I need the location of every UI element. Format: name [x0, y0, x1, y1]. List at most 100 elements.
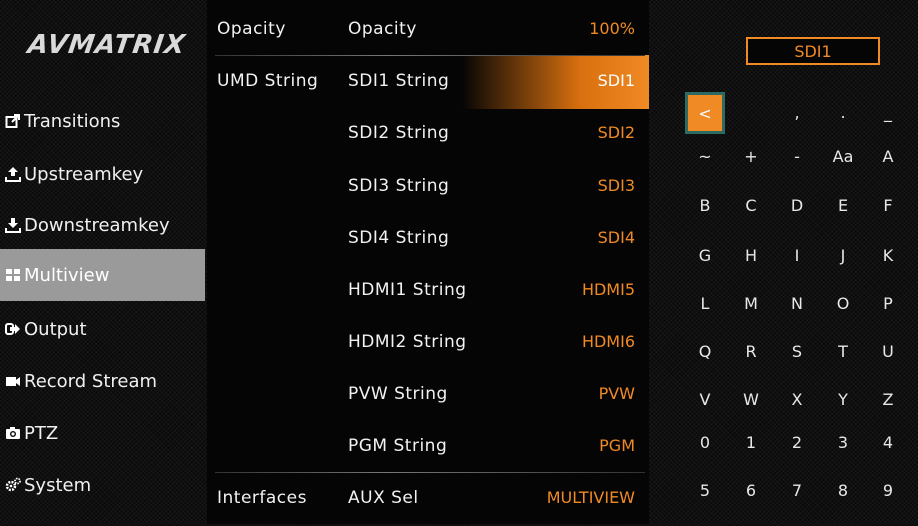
menu-row-sdi4-string[interactable]: SDI4 String SDI4 — [207, 214, 649, 266]
key-9[interactable]: 9 — [868, 470, 908, 510]
key-y[interactable]: Y — [823, 379, 863, 419]
sidebar-item-label: PTZ — [24, 422, 59, 444]
key-o[interactable]: O — [823, 283, 863, 323]
gears-icon — [4, 476, 22, 494]
key-h[interactable]: H — [731, 235, 771, 275]
sidebar-item-label: Output — [24, 318, 87, 340]
camera-icon — [4, 424, 22, 442]
download-icon — [4, 216, 22, 234]
key-i[interactable]: I — [777, 235, 817, 275]
key-tilde[interactable]: ~ — [685, 136, 725, 176]
param-value[interactable]: PVW — [599, 384, 635, 403]
sidebar-item-label: Transitions — [24, 110, 121, 132]
key-3[interactable]: 3 — [823, 422, 863, 462]
sidebar-item-transitions[interactable]: Transitions — [0, 95, 205, 147]
param-value[interactable]: SDI1 — [598, 71, 635, 90]
param-label: HDMI1 String — [348, 280, 467, 300]
key-4[interactable]: 4 — [868, 422, 908, 462]
key-plus[interactable]: + — [731, 136, 771, 176]
key-x[interactable]: X — [777, 379, 817, 419]
sidebar-item-label: Multiview — [24, 264, 110, 286]
param-value[interactable]: HDMI5 — [582, 280, 635, 299]
key-v[interactable]: V — [685, 379, 725, 419]
key-a[interactable]: A — [868, 136, 908, 176]
menu-row-opacity[interactable]: Opacity Opacity 100% — [207, 5, 649, 57]
key-g[interactable]: G — [685, 235, 725, 275]
sidebar-item-system[interactable]: System — [0, 459, 205, 511]
key-z[interactable]: Z — [868, 379, 908, 419]
sidebar-item-upstreamkey[interactable]: Upstreamkey — [0, 148, 205, 200]
key-j[interactable]: J — [823, 235, 863, 275]
key-e[interactable]: E — [823, 185, 863, 225]
sidebar-item-label: System — [24, 474, 92, 496]
key-8[interactable]: 8 — [823, 470, 863, 510]
menu-row-pgm-string[interactable]: PGM String PGM — [207, 422, 649, 474]
key-p[interactable]: P — [868, 283, 908, 323]
key-m[interactable]: M — [731, 283, 771, 323]
key-r[interactable]: R — [731, 331, 771, 371]
avmatrix-logo: AVMATRIX — [25, 30, 188, 60]
key-s[interactable]: S — [777, 331, 817, 371]
sidebar-item-ptz[interactable]: PTZ — [0, 407, 205, 459]
video-camera-icon — [4, 372, 22, 390]
key-t[interactable]: T — [823, 331, 863, 371]
key-c[interactable]: C — [731, 185, 771, 225]
key-underscore[interactable]: _ — [868, 92, 908, 132]
key-2[interactable]: 2 — [777, 422, 817, 462]
param-label: AUX Sel — [348, 488, 419, 508]
param-label: HDMI2 String — [348, 332, 467, 352]
group-label: UMD String — [217, 71, 319, 91]
key-l[interactable]: L — [685, 283, 725, 323]
param-label: SDI4 String — [348, 228, 450, 248]
param-value[interactable]: SDI3 — [598, 176, 635, 195]
param-label: SDI1 String — [348, 71, 450, 91]
key-6[interactable]: 6 — [731, 470, 771, 510]
param-value[interactable]: HDMI6 — [582, 332, 635, 351]
sidebar-item-downstreamkey[interactable]: Downstreamkey — [0, 199, 205, 251]
param-value[interactable]: SDI4 — [598, 228, 635, 247]
on-screen-keyboard: SDI1 <,. _ ~ + - Aa A B C D E F G H I J K L M N O P Q R S T U V W X Y Z… — [650, 0, 918, 524]
text-input-display[interactable]: SDI1 — [746, 37, 880, 65]
menu-row-sdi3-string[interactable]: SDI3 String SDI3 — [207, 162, 649, 214]
param-value[interactable]: PGM — [599, 436, 635, 455]
menu-row-hdmi2-string[interactable]: HDMI2 String HDMI6 — [207, 318, 649, 370]
settings-menu: Opacity Opacity 100% UMD String SDI1 String S… — [207, 0, 649, 524]
sidebar-item-output[interactable]: Output — [0, 303, 205, 355]
sidebar-item-label: Upstreamkey — [24, 163, 144, 185]
share-icon — [4, 112, 22, 130]
key-f[interactable]: F — [868, 185, 908, 225]
case-toggle-key[interactable]: Aa — [823, 136, 863, 176]
key-7[interactable]: 7 — [777, 470, 817, 510]
key-n[interactable]: N — [777, 283, 817, 323]
menu-row-pvw-string[interactable]: PVW String PVW — [207, 370, 649, 422]
key-q[interactable]: Q — [685, 331, 725, 371]
sidebar-item-label: Record Stream — [24, 370, 158, 392]
sidebar-item-multiview[interactable]: Multiview — [0, 249, 205, 301]
key-comma[interactable]: , — [777, 92, 817, 132]
menu-row-aux-sel[interactable]: Interfaces AUX Sel MULTIVIEW — [207, 474, 649, 526]
key-period[interactable]: . — [823, 92, 863, 132]
key-0[interactable]: 0 — [685, 422, 725, 462]
menu-row-sdi1-string[interactable]: UMD String SDI1 String SDI1 — [207, 55, 649, 109]
menu-row-hdmi1-string[interactable]: HDMI1 String HDMI5 — [207, 266, 649, 318]
key-1[interactable]: 1 — [731, 422, 771, 462]
key-d[interactable]: D — [777, 185, 817, 225]
sidebar-item-record-stream[interactable]: Record Stream — [0, 355, 205, 407]
param-value[interactable]: MULTIVIEW — [547, 488, 635, 507]
key-b[interactable]: B — [685, 185, 725, 225]
menu-row-sdi2-string[interactable]: SDI2 String SDI2 — [207, 109, 649, 161]
param-value[interactable]: SDI2 — [598, 123, 635, 142]
key-minus[interactable]: - — [777, 136, 817, 176]
key-w[interactable]: W — [731, 379, 771, 419]
key-u[interactable]: U — [868, 331, 908, 371]
param-value[interactable]: 100% — [589, 19, 635, 38]
key-k[interactable]: K — [868, 235, 908, 275]
key-5[interactable]: 5 — [685, 470, 725, 510]
upload-icon — [4, 165, 22, 183]
param-label: SDI3 String — [348, 176, 450, 196]
group-label: Opacity — [217, 19, 286, 39]
param-label: SDI2 String — [348, 123, 450, 143]
backspace-key[interactable]: < — [685, 92, 725, 134]
param-label: PGM String — [348, 436, 448, 456]
sidebar-item-label: Downstreamkey — [24, 214, 170, 236]
